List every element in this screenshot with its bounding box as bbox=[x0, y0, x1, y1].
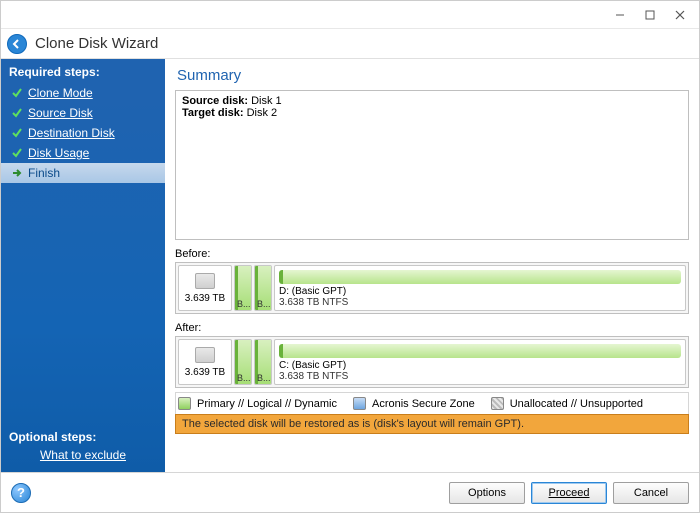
partition-size: 3.638 TB NTFS bbox=[279, 371, 681, 382]
partition-name: D: (Basic GPT) bbox=[279, 286, 681, 297]
page-heading: Summary bbox=[177, 67, 689, 84]
partition-main[interactable]: D: (Basic GPT) 3.638 TB NTFS bbox=[274, 265, 686, 311]
step-finish[interactable]: Finish bbox=[1, 163, 165, 183]
gpt-notice: The selected disk will be restored as is… bbox=[175, 414, 689, 434]
summary-box: Source disk: Disk 1 Target disk: Disk 2 bbox=[175, 90, 689, 240]
options-button[interactable]: Options bbox=[449, 482, 525, 504]
step-clone-mode[interactable]: Clone Mode bbox=[1, 83, 165, 103]
help-button[interactable]: ? bbox=[11, 483, 31, 503]
cancel-button[interactable]: Cancel bbox=[613, 482, 689, 504]
window-title: Clone Disk Wizard bbox=[35, 35, 158, 52]
back-button[interactable] bbox=[7, 34, 27, 54]
legend-secure-zone: Acronis Secure Zone bbox=[353, 397, 475, 410]
optional-steps: Optional steps: What to exclude bbox=[1, 424, 165, 472]
source-disk-label: Source disk: bbox=[182, 95, 248, 107]
partition-legend: Primary // Logical // Dynamic Acronis Se… bbox=[175, 392, 689, 414]
arrow-right-icon bbox=[11, 167, 23, 179]
step-label: Finish bbox=[28, 166, 60, 180]
step-source-disk[interactable]: Source Disk bbox=[1, 103, 165, 123]
titlebar bbox=[1, 1, 699, 29]
partition-label: B... bbox=[257, 299, 271, 309]
step-label: Disk Usage bbox=[28, 146, 89, 160]
partition-size: 3.638 TB NTFS bbox=[279, 297, 681, 308]
maximize-button[interactable] bbox=[635, 5, 665, 25]
proceed-button[interactable]: Proceed bbox=[531, 482, 607, 504]
partition-label: B... bbox=[257, 373, 271, 383]
partition-small-2[interactable]: B... bbox=[254, 339, 272, 385]
partition-label: B... bbox=[237, 299, 251, 309]
partition-small-1[interactable]: B... bbox=[234, 339, 252, 385]
after-label: After: bbox=[175, 322, 689, 334]
check-icon bbox=[11, 107, 23, 119]
disk-drive-icon-cell[interactable]: 3.639 TB bbox=[178, 339, 232, 385]
step-label: Destination Disk bbox=[28, 126, 115, 140]
disk-size: 3.639 TB bbox=[185, 367, 225, 378]
legend-unallocated: Unallocated // Unsupported bbox=[491, 397, 643, 410]
hdd-icon bbox=[195, 347, 215, 363]
before-label: Before: bbox=[175, 248, 689, 260]
partition-small-2[interactable]: B... bbox=[254, 265, 272, 311]
legend-swatch-secure bbox=[353, 397, 366, 410]
check-icon bbox=[11, 127, 23, 139]
disk-size: 3.639 TB bbox=[185, 293, 225, 304]
what-to-exclude-link[interactable]: What to exclude bbox=[9, 448, 157, 462]
window-header: Clone Disk Wizard bbox=[1, 29, 699, 59]
legend-swatch-primary bbox=[178, 397, 191, 410]
disk-drive-icon-cell[interactable]: 3.639 TB bbox=[178, 265, 232, 311]
legend-label: Unallocated // Unsupported bbox=[510, 398, 643, 410]
partition-name: C: (Basic GPT) bbox=[279, 360, 681, 371]
target-disk-value: Disk 2 bbox=[247, 107, 278, 119]
partition-main[interactable]: C: (Basic GPT) 3.638 TB NTFS bbox=[274, 339, 686, 385]
close-button[interactable] bbox=[665, 5, 695, 25]
minimize-button[interactable] bbox=[605, 5, 635, 25]
check-icon bbox=[11, 147, 23, 159]
check-icon bbox=[11, 87, 23, 99]
step-label: Clone Mode bbox=[28, 86, 93, 100]
legend-label: Primary // Logical // Dynamic bbox=[197, 398, 337, 410]
legend-primary: Primary // Logical // Dynamic bbox=[178, 397, 337, 410]
step-disk-usage[interactable]: Disk Usage bbox=[1, 143, 165, 163]
disk-row-before: 3.639 TB B... B... D: (Basic GPT) 3.638 … bbox=[175, 262, 689, 314]
step-label: Source Disk bbox=[28, 106, 93, 120]
source-disk-value: Disk 1 bbox=[251, 95, 282, 107]
legend-swatch-unallocated bbox=[491, 397, 504, 410]
hdd-icon bbox=[195, 273, 215, 289]
target-disk-label: Target disk: bbox=[182, 107, 244, 119]
required-steps-title: Required steps: bbox=[1, 59, 165, 83]
legend-label: Acronis Secure Zone bbox=[372, 398, 475, 410]
wizard-sidebar: Required steps: Clone Mode Source Disk D… bbox=[1, 59, 165, 472]
footer: ? Options Proceed Cancel bbox=[1, 472, 699, 512]
main-panel: Summary Source disk: Disk 1 Target disk:… bbox=[165, 59, 699, 472]
step-destination-disk[interactable]: Destination Disk bbox=[1, 123, 165, 143]
disk-row-after: 3.639 TB B... B... C: (Basic GPT) 3.638 … bbox=[175, 336, 689, 388]
partition-label: B... bbox=[237, 373, 251, 383]
partition-small-1[interactable]: B... bbox=[234, 265, 252, 311]
optional-steps-title: Optional steps: bbox=[9, 430, 157, 446]
